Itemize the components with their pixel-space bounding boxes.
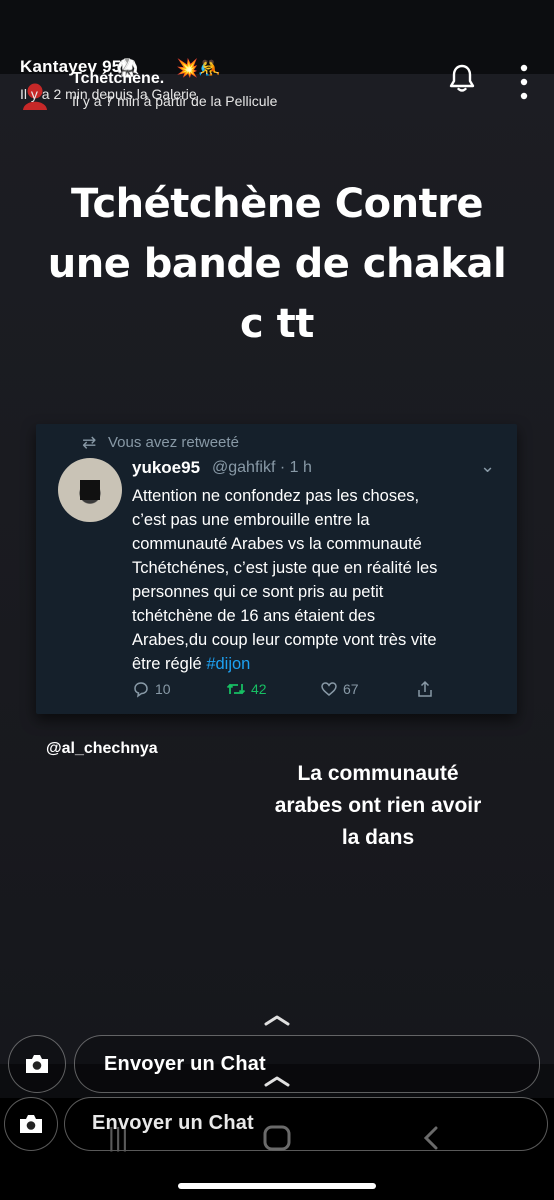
caption2-line: arabes ont rien avoir <box>274 794 482 817</box>
tweet-actions: 10 42 67 <box>132 680 502 702</box>
chevron-down-icon: ⌄ <box>480 456 496 476</box>
tweet-body: Attention ne confondez pas les choses, c… <box>132 484 502 676</box>
home-indicator[interactable] <box>178 1183 376 1189</box>
reply-icon <box>134 682 148 698</box>
share-action <box>416 680 434 698</box>
retweet-action: 42 <box>226 680 267 698</box>
back-icon[interactable] <box>420 1124 444 1152</box>
mention-text[interactable]: @al_chechnya <box>46 740 158 758</box>
story-title[interactable]: Tchétchène. <box>72 70 164 88</box>
camera-button[interactable] <box>4 1097 58 1151</box>
tweet-line-text: être réglé <box>132 655 202 673</box>
retweet-label: Vous avez retweeté <box>108 434 239 451</box>
tweet-line: Arabes,du coup leur compte vont très vit… <box>132 631 437 649</box>
caption-line: Tchétchène Contre <box>70 181 484 227</box>
bell-icon[interactable] <box>446 62 478 94</box>
camera-button[interactable] <box>8 1035 66 1093</box>
tweet-author-name: yukoe95 <box>132 458 201 477</box>
send-chat-label: Envoyer un Chat <box>92 1112 254 1134</box>
send-chat-label: Envoyer un Chat <box>104 1053 266 1075</box>
wrestlers-emoji: 🤼 <box>198 58 221 78</box>
retweet-icon: ⇄ <box>82 433 97 452</box>
reply-count: 10 <box>155 681 171 697</box>
heart-icon <box>321 682 337 696</box>
tweet-line: personnes qui ce sont pris au petit <box>132 583 384 601</box>
tweet-line: tchétchène de 16 ans étaient des <box>132 607 376 625</box>
tweet-line: Tchétchénes, c’est juste que en réalité … <box>132 559 438 577</box>
tweet-hashtag: #dijon <box>206 655 251 673</box>
story-meta: Il y a 7 min à partir de la Pellicule <box>72 93 278 109</box>
chevron-up-icon[interactable] <box>263 1074 291 1088</box>
retweet-active-icon <box>226 683 246 695</box>
more-vertical-icon[interactable] <box>512 62 536 102</box>
caption2-line: la dans <box>341 826 415 849</box>
tweet-line: communauté Arabes vs la communauté <box>132 535 422 553</box>
tweet-line: Attention ne confondez pas les choses, <box>132 487 420 505</box>
caption-line: c tt <box>240 301 314 347</box>
camera-icon <box>20 1115 42 1133</box>
collision-emoji: 💥 <box>176 58 199 78</box>
home-icon[interactable] <box>262 1124 292 1152</box>
tweet-line: c’est pas une embrouille entre la <box>132 511 370 529</box>
tweet-author-handle: @gahfikf · 1 h <box>212 459 312 476</box>
tweet-card: ⇄ Vous avez retweeté yukoe95 @gahfikf · … <box>36 424 517 714</box>
tweet-author-avatar <box>58 458 122 522</box>
retweet-count: 42 <box>251 681 267 697</box>
chevron-up-icon[interactable] <box>263 1013 291 1027</box>
reply-action: 10 <box>132 680 171 698</box>
like-count: 67 <box>343 681 359 697</box>
caption2-line: La communauté <box>297 762 459 785</box>
tweet-line-last: être réglé #dijon <box>132 652 502 676</box>
share-icon <box>418 680 432 697</box>
secondary-caption: La communauté arabes ont rien avoir la d… <box>256 758 500 854</box>
like-action: 67 <box>320 680 359 698</box>
camera-icon <box>26 1055 48 1073</box>
caption-line: une bande de chakal <box>47 241 507 287</box>
retweet-indicator: ⇄ Vous avez retweeté <box>82 433 239 452</box>
story-caption: Tchétchène Contre une bande de chakal c … <box>30 174 524 354</box>
